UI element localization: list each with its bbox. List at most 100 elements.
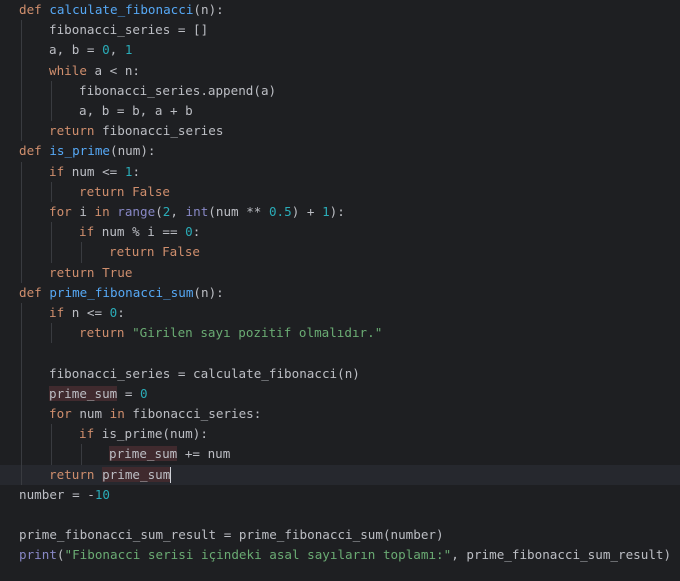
code-token: prime_fibonacci_sum: [49, 284, 194, 300]
code-line[interactable]: def is_prime(num):: [0, 141, 680, 161]
code-token: ,: [109, 42, 125, 58]
indent-guide: [21, 303, 22, 324]
code-token: True: [102, 264, 133, 280]
code-token: num % i ==: [94, 224, 186, 240]
code-token: return: [79, 183, 125, 199]
code-text: prime_sum += num: [109, 444, 230, 464]
code-text: fibonacci_series = calculate_fibonacci(n…: [49, 364, 360, 384]
code-token: 10: [94, 486, 110, 502]
code-token: return: [79, 325, 125, 341]
code-text: if n <= 0:: [49, 303, 125, 323]
code-line[interactable]: [0, 343, 680, 364]
code-text: number = -10: [19, 485, 110, 505]
code-token: if: [49, 305, 65, 320]
code-line[interactable]: fibonacci_series = calculate_fibonacci(n…: [0, 363, 680, 384]
code-token: False: [132, 183, 171, 199]
code-line[interactable]: return prime_sum: [0, 464, 680, 485]
code-line[interactable]: for i in range(2, int(num ** 0.5) + 1):: [0, 202, 680, 223]
indent-guide: [21, 444, 22, 465]
code-token: range: [117, 204, 156, 219]
code-line[interactable]: while a < n:: [0, 60, 680, 81]
code-token: (num **: [208, 204, 269, 219]
indent-guide: [21, 424, 22, 445]
code-line[interactable]: prime_fibonacci_sum_result = prime_fibon…: [0, 525, 680, 545]
indent-guide: [21, 161, 22, 182]
code-line[interactable]: return False: [0, 242, 680, 263]
code-token: num: [71, 406, 110, 421]
code-line[interactable]: def calculate_fibonacci(n):: [0, 0, 680, 20]
indent-guide: [51, 424, 52, 445]
code-token: fibonacci_series.append(a): [79, 82, 277, 98]
code-line[interactable]: print("Fibonacci serisi içindeki asal sa…: [0, 545, 680, 565]
code-line[interactable]: if is_prime(num):: [0, 424, 680, 445]
code-token: number = -: [19, 486, 95, 502]
code-text: prime_sum = 0: [49, 384, 148, 404]
code-line[interactable]: if num <= 1:: [0, 161, 680, 182]
code-token: =: [117, 385, 140, 401]
code-token: if: [49, 163, 65, 179]
code-token: a, b = b, a + b: [79, 103, 193, 118]
code-line[interactable]: fibonacci_series.append(a): [0, 80, 680, 101]
indent-guide: [21, 404, 22, 425]
code-text: def calculate_fibonacci(n):: [19, 0, 224, 20]
indent-guide: [21, 202, 22, 223]
indent-guide: [21, 262, 22, 283]
code-token: += num: [177, 446, 231, 462]
code-line[interactable]: a, b = b, a + b: [0, 101, 680, 122]
code-token: in: [94, 204, 110, 219]
code-token: return: [49, 466, 95, 482]
highlighted-identifier: prime_sum: [49, 385, 118, 401]
code-text: return False: [79, 182, 170, 202]
code-line[interactable]: if n <= 0:: [0, 303, 680, 324]
code-token: int: [185, 204, 209, 219]
code-token: 0: [140, 385, 148, 401]
indent-guide: [51, 444, 52, 465]
code-line[interactable]: number = -10: [0, 485, 680, 505]
code-text: a, b = 0, 1: [49, 40, 132, 60]
indent-guide: [51, 101, 52, 122]
code-line[interactable]: def prime_fibonacci_sum(n):: [0, 283, 680, 303]
code-token: return: [49, 264, 95, 280]
code-token: for: [49, 406, 72, 421]
code-token: 0.5: [268, 204, 292, 219]
code-line[interactable]: prime_sum = 0: [0, 383, 680, 404]
indent-guide: [81, 242, 82, 263]
code-line[interactable]: return fibonacci_series: [0, 121, 680, 142]
code-text: return True: [49, 263, 132, 283]
code-text: if num % i == 0:: [79, 222, 200, 242]
code-token: def: [19, 2, 42, 17]
indent-guide: [51, 80, 52, 101]
indent-guide: [21, 20, 22, 41]
code-line[interactable]: a, b = 0, 1: [0, 40, 680, 61]
code-token: (num):: [110, 143, 156, 159]
code-text: def prime_fibonacci_sum(n):: [19, 283, 224, 303]
code-text: for i in range(2, int(num ** 0.5) + 1):: [49, 202, 345, 222]
indent-guide: [21, 80, 22, 101]
code-text: print("Fibonacci serisi içindeki asal sa…: [19, 545, 671, 565]
code-token: def: [19, 143, 42, 159]
code-token: for: [49, 204, 72, 219]
code-token: n <=: [64, 305, 110, 320]
code-line[interactable]: prime_sum += num: [0, 444, 680, 465]
code-token: fibonacci_series = calculate_fibonacci(n…: [49, 365, 360, 381]
code-editor[interactable]: def calculate_fibonacci(n): fibonacci_ser…: [0, 0, 680, 581]
code-token: return: [49, 123, 95, 139]
code-line[interactable]: if num % i == 0:: [0, 222, 680, 243]
code-token: ) +: [291, 204, 323, 219]
code-token: fibonacci_series:: [124, 406, 262, 421]
code-line[interactable]: return "Girilen sayı pozitif olmalıdır.": [0, 323, 680, 344]
code-line[interactable]: fibonacci_series = []: [0, 20, 680, 41]
code-token: 0: [185, 224, 193, 240]
code-line[interactable]: for num in fibonacci_series:: [0, 404, 680, 425]
indent-guide: [21, 40, 22, 61]
code-text: return fibonacci_series: [49, 121, 223, 141]
indent-guide: [51, 222, 52, 243]
code-line[interactable]: return False: [0, 181, 680, 202]
code-line[interactable]: return True: [0, 262, 680, 283]
code-line[interactable]: [0, 505, 680, 525]
indent-guide: [81, 444, 82, 465]
code-token: fibonacci_series: [94, 123, 224, 139]
